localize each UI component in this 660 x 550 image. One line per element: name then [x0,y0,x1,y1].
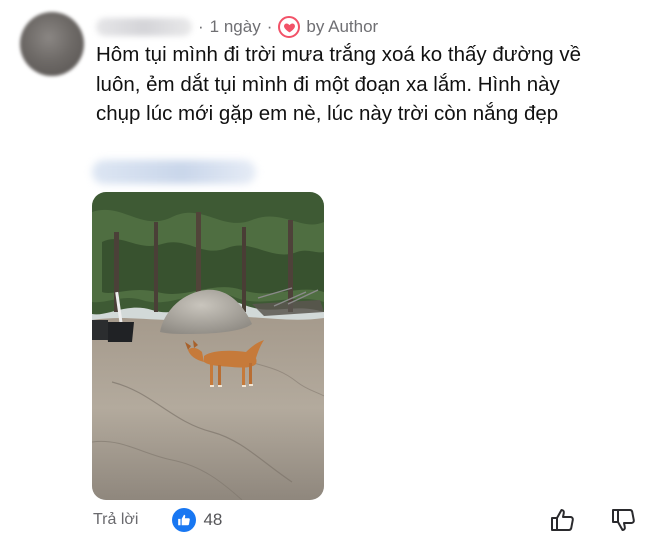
thumbs-up-outline-icon[interactable] [548,506,576,534]
comment-photo[interactable] [92,192,324,500]
thumbs-up-icon[interactable] [172,508,197,532]
comment-line: luôn, ẻm dắt tụi mình đi một đoạn xa lắm… [96,72,560,96]
meta-separator: · [266,17,273,36]
comment-actions: Trả lời 48 [93,508,222,532]
like-count: 48 [203,510,223,529]
username-redacted[interactable] [96,18,192,36]
comment-timestamp: 1 ngày [209,17,261,36]
comment-line: chụp lúc mới gặp em nè, lúc này trời còn… [96,102,559,125]
comment-line: Hôm tụi mình đi trời mưa trắng xoá ko th… [96,43,582,66]
meta-separator: · [198,17,204,36]
comment-body: Hôm tụi mình đi trời mưa trắng xoá ko th… [96,40,636,129]
reply-button[interactable]: Trả lời [93,511,138,529]
author-badge: by Author [306,17,379,36]
heart-icon [278,16,301,38]
comment-meta: · 1 ngày · by Author [96,14,378,40]
comment-avatar[interactable] [20,12,84,76]
redacted-text [92,160,256,184]
thumbs-down-outline-icon[interactable] [609,506,637,534]
